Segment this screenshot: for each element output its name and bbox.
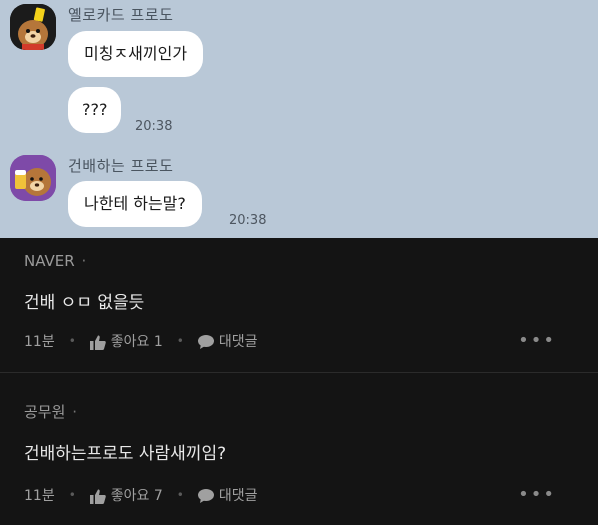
comment-text: 건배 ㅇㅁ 없을듯 (24, 293, 145, 313)
comment-text: 건배하는프로도 사람새끼임? (24, 444, 227, 464)
reply-button[interactable]: 대댓글 (197, 331, 258, 351)
comment-item: 공무원 · 건배하는프로도 사람새끼임? 11분 • 좋아요 7 • 대댓글 •… (0, 373, 598, 525)
more-options-icon[interactable]: ••• (518, 484, 556, 505)
comment-item: NAVER · 건배 ㅇㅁ 없을듯 11분 • 좋아요 1 • 대댓글 ••• (0, 238, 598, 372)
thumbs-up-icon (89, 489, 106, 504)
frodo-cheers-icon (10, 155, 56, 201)
comment-author-name[interactable]: NAVER (24, 252, 75, 270)
author-dot: · (72, 403, 77, 421)
message-time: 20:38 (229, 213, 267, 228)
reply-label: 대댓글 (218, 334, 258, 350)
like-label: 좋아요 1 (110, 334, 163, 350)
like-button[interactable]: 좋아요 1 (89, 331, 163, 351)
meta-separator: • (176, 334, 184, 348)
sender-name: 건배하는 프로도 (68, 157, 174, 175)
reply-button[interactable]: 대댓글 (197, 485, 258, 505)
message-bubble[interactable]: 나한테 하는말? (68, 181, 202, 227)
comment-author[interactable]: 공무원 · (24, 401, 77, 422)
speech-bubble-icon (197, 335, 214, 349)
meta-separator: • (68, 488, 76, 502)
comment-age: 11분 (24, 488, 55, 504)
comment-age: 11분 (24, 334, 55, 350)
message-bubble[interactable]: ??? (68, 87, 122, 133)
reply-label: 대댓글 (218, 488, 258, 504)
cheers-frodo-avatar[interactable] (10, 155, 56, 201)
comment-author[interactable]: NAVER · (24, 252, 86, 270)
meta-separator: • (176, 488, 184, 502)
frodo-yellow-card-icon (10, 4, 56, 50)
author-dot: · (81, 252, 87, 270)
yellow-card-frodo-avatar[interactable] (10, 4, 56, 50)
chat-screenshot: 옐로카드 프로도 미칭ㅈ새끼인가 ??? 20:38 건배하는 프로도 나한테 … (0, 0, 598, 238)
thumbs-up-icon (89, 335, 106, 350)
comment-meta: 11분 • 좋아요 7 • 대댓글 (24, 485, 258, 505)
message-bubble[interactable]: 미칭ㅈ새끼인가 (68, 31, 204, 77)
like-label: 좋아요 7 (110, 488, 163, 504)
like-button[interactable]: 좋아요 7 (89, 485, 163, 505)
more-options-icon[interactable]: ••• (518, 330, 556, 351)
message-time: 20:38 (135, 119, 173, 134)
sender-name: 옐로카드 프로도 (68, 6, 174, 24)
speech-bubble-icon (197, 489, 214, 503)
comment-author-name[interactable]: 공무원 (24, 403, 65, 421)
comment-meta: 11분 • 좋아요 1 • 대댓글 (24, 331, 258, 351)
meta-separator: • (68, 334, 76, 348)
